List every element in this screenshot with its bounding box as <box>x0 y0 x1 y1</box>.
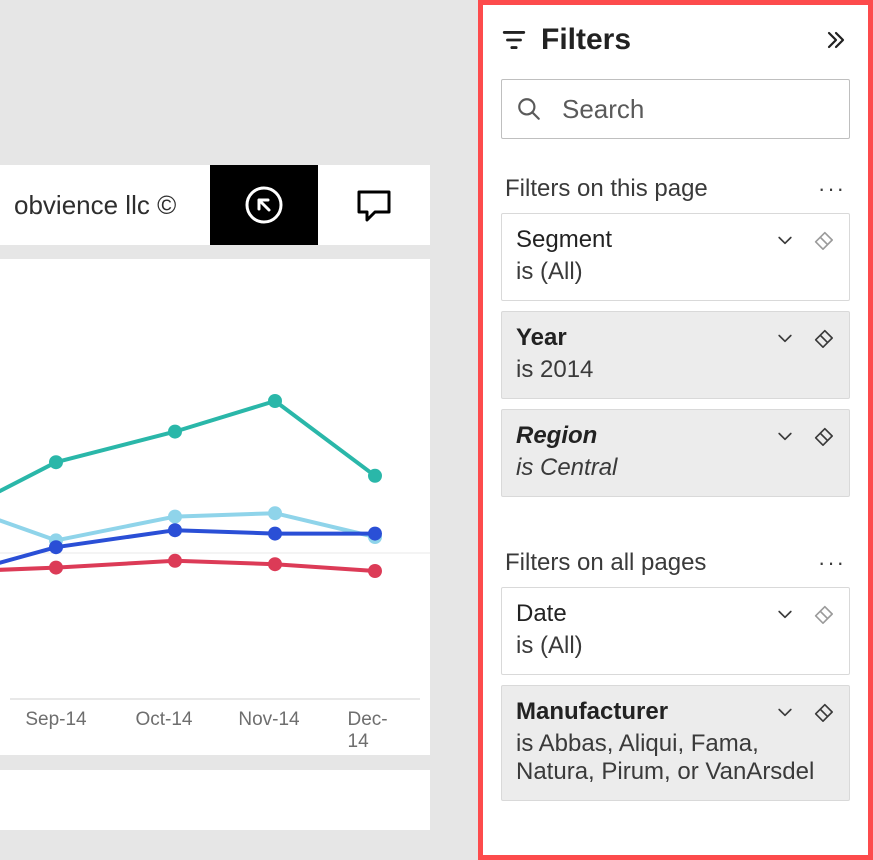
comment-button[interactable] <box>320 165 428 245</box>
expand-filter-button[interactable] <box>773 424 797 448</box>
filter-name: Year <box>516 324 773 352</box>
expand-filter-button[interactable] <box>773 228 797 252</box>
collapse-pane-button[interactable] <box>820 25 850 55</box>
filter-name: Segment <box>516 226 773 254</box>
eraser-icon <box>812 327 834 349</box>
x-axis-tick-label: Dec-14 <box>348 709 403 753</box>
chart-data-point <box>368 527 382 541</box>
filter-card[interactable]: Year is 2014 <box>501 311 850 399</box>
clear-filter-button[interactable] <box>811 326 835 350</box>
chevron-down-icon <box>775 230 795 250</box>
filters-pane: Filters Search Filters on this page ··· <box>478 0 873 860</box>
expand-filter-button[interactable] <box>773 602 797 626</box>
section-header-all-filters: Filters on all pages ··· <box>483 549 868 577</box>
chart-data-point <box>168 523 182 537</box>
arrow-circle-icon <box>242 183 286 227</box>
chevron-down-icon <box>775 426 795 446</box>
chart-data-point <box>268 557 282 571</box>
filter-card[interactable]: Region is Central <box>501 409 850 497</box>
chart-data-point <box>268 506 282 520</box>
filter-value: is (All) <box>516 258 835 286</box>
section-more-button[interactable]: ··· <box>818 176 846 202</box>
search-placeholder: Search <box>562 94 644 125</box>
go-back-button[interactable] <box>210 165 318 245</box>
expand-filter-button[interactable] <box>773 700 797 724</box>
chart-data-point <box>268 394 282 408</box>
comment-icon <box>353 184 395 226</box>
filter-card[interactable]: Date is (All) <box>501 587 850 675</box>
line-chart-visual[interactable]: Sep-14 Oct-14 Nov-14 Dec-14 <box>0 259 430 755</box>
chart-data-point <box>268 527 282 541</box>
filter-value: is Central <box>516 454 835 482</box>
chart-data-point <box>368 469 382 483</box>
filter-name: Date <box>516 600 773 628</box>
chart-data-point <box>168 554 182 568</box>
chart-svg <box>0 259 430 755</box>
chart-data-point <box>368 564 382 578</box>
filter-name: Region <box>516 422 773 450</box>
search-icon <box>516 96 542 122</box>
eraser-icon <box>812 701 834 723</box>
clear-filter-button[interactable] <box>811 228 835 252</box>
chart-data-point <box>168 510 182 524</box>
filter-name: Manufacturer <box>516 698 773 726</box>
expand-filter-button[interactable] <box>773 326 797 350</box>
x-axis-tick-label: Sep-14 <box>25 709 86 731</box>
x-axis-tick-label: Nov-14 <box>238 709 299 731</box>
clear-filter-button[interactable] <box>811 602 835 626</box>
report-canvas-area: obvience llc © Sep-14 Oct-14 Nov-14 Dec-14 <box>0 0 478 860</box>
report-header-strip: obvience llc © <box>0 165 430 245</box>
filter-value: is Abbas, Aliqui, Fama, Natura, Pirum, o… <box>516 730 835 786</box>
attribution-text: obvience llc © <box>14 190 176 221</box>
section-label: Filters on this page <box>505 175 818 203</box>
filter-card[interactable]: Segment is (All) <box>501 213 850 301</box>
chart-data-point <box>168 425 182 439</box>
chevron-down-icon <box>775 702 795 722</box>
section-label: Filters on all pages <box>505 549 818 577</box>
eraser-icon <box>812 603 834 625</box>
section-header-page-filters: Filters on this page ··· <box>483 175 868 203</box>
eraser-icon <box>812 425 834 447</box>
x-axis-tick-label: Oct-14 <box>135 709 192 731</box>
chevron-down-icon <box>775 604 795 624</box>
section-more-button[interactable]: ··· <box>818 550 846 576</box>
chevron-down-icon <box>775 328 795 348</box>
filters-pane-header: Filters <box>483 5 868 57</box>
filters-search-input[interactable]: Search <box>501 79 850 139</box>
chart-data-point <box>49 455 63 469</box>
filter-card[interactable]: Manufacturer is Abbas, Aliqui, Fama, Natu… <box>501 685 850 801</box>
clear-filter-button[interactable] <box>811 700 835 724</box>
filters-pane-title: Filters <box>541 23 820 57</box>
filter-icon <box>501 27 527 53</box>
chart-data-point <box>49 540 63 554</box>
filter-value: is (All) <box>516 632 835 660</box>
chart-data-point <box>49 561 63 575</box>
report-lower-strip <box>0 770 430 830</box>
clear-filter-button[interactable] <box>811 424 835 448</box>
chart-series-line <box>0 401 375 506</box>
filter-value: is 2014 <box>516 356 835 384</box>
chevron-double-right-icon <box>823 28 847 52</box>
eraser-icon <box>812 229 834 251</box>
